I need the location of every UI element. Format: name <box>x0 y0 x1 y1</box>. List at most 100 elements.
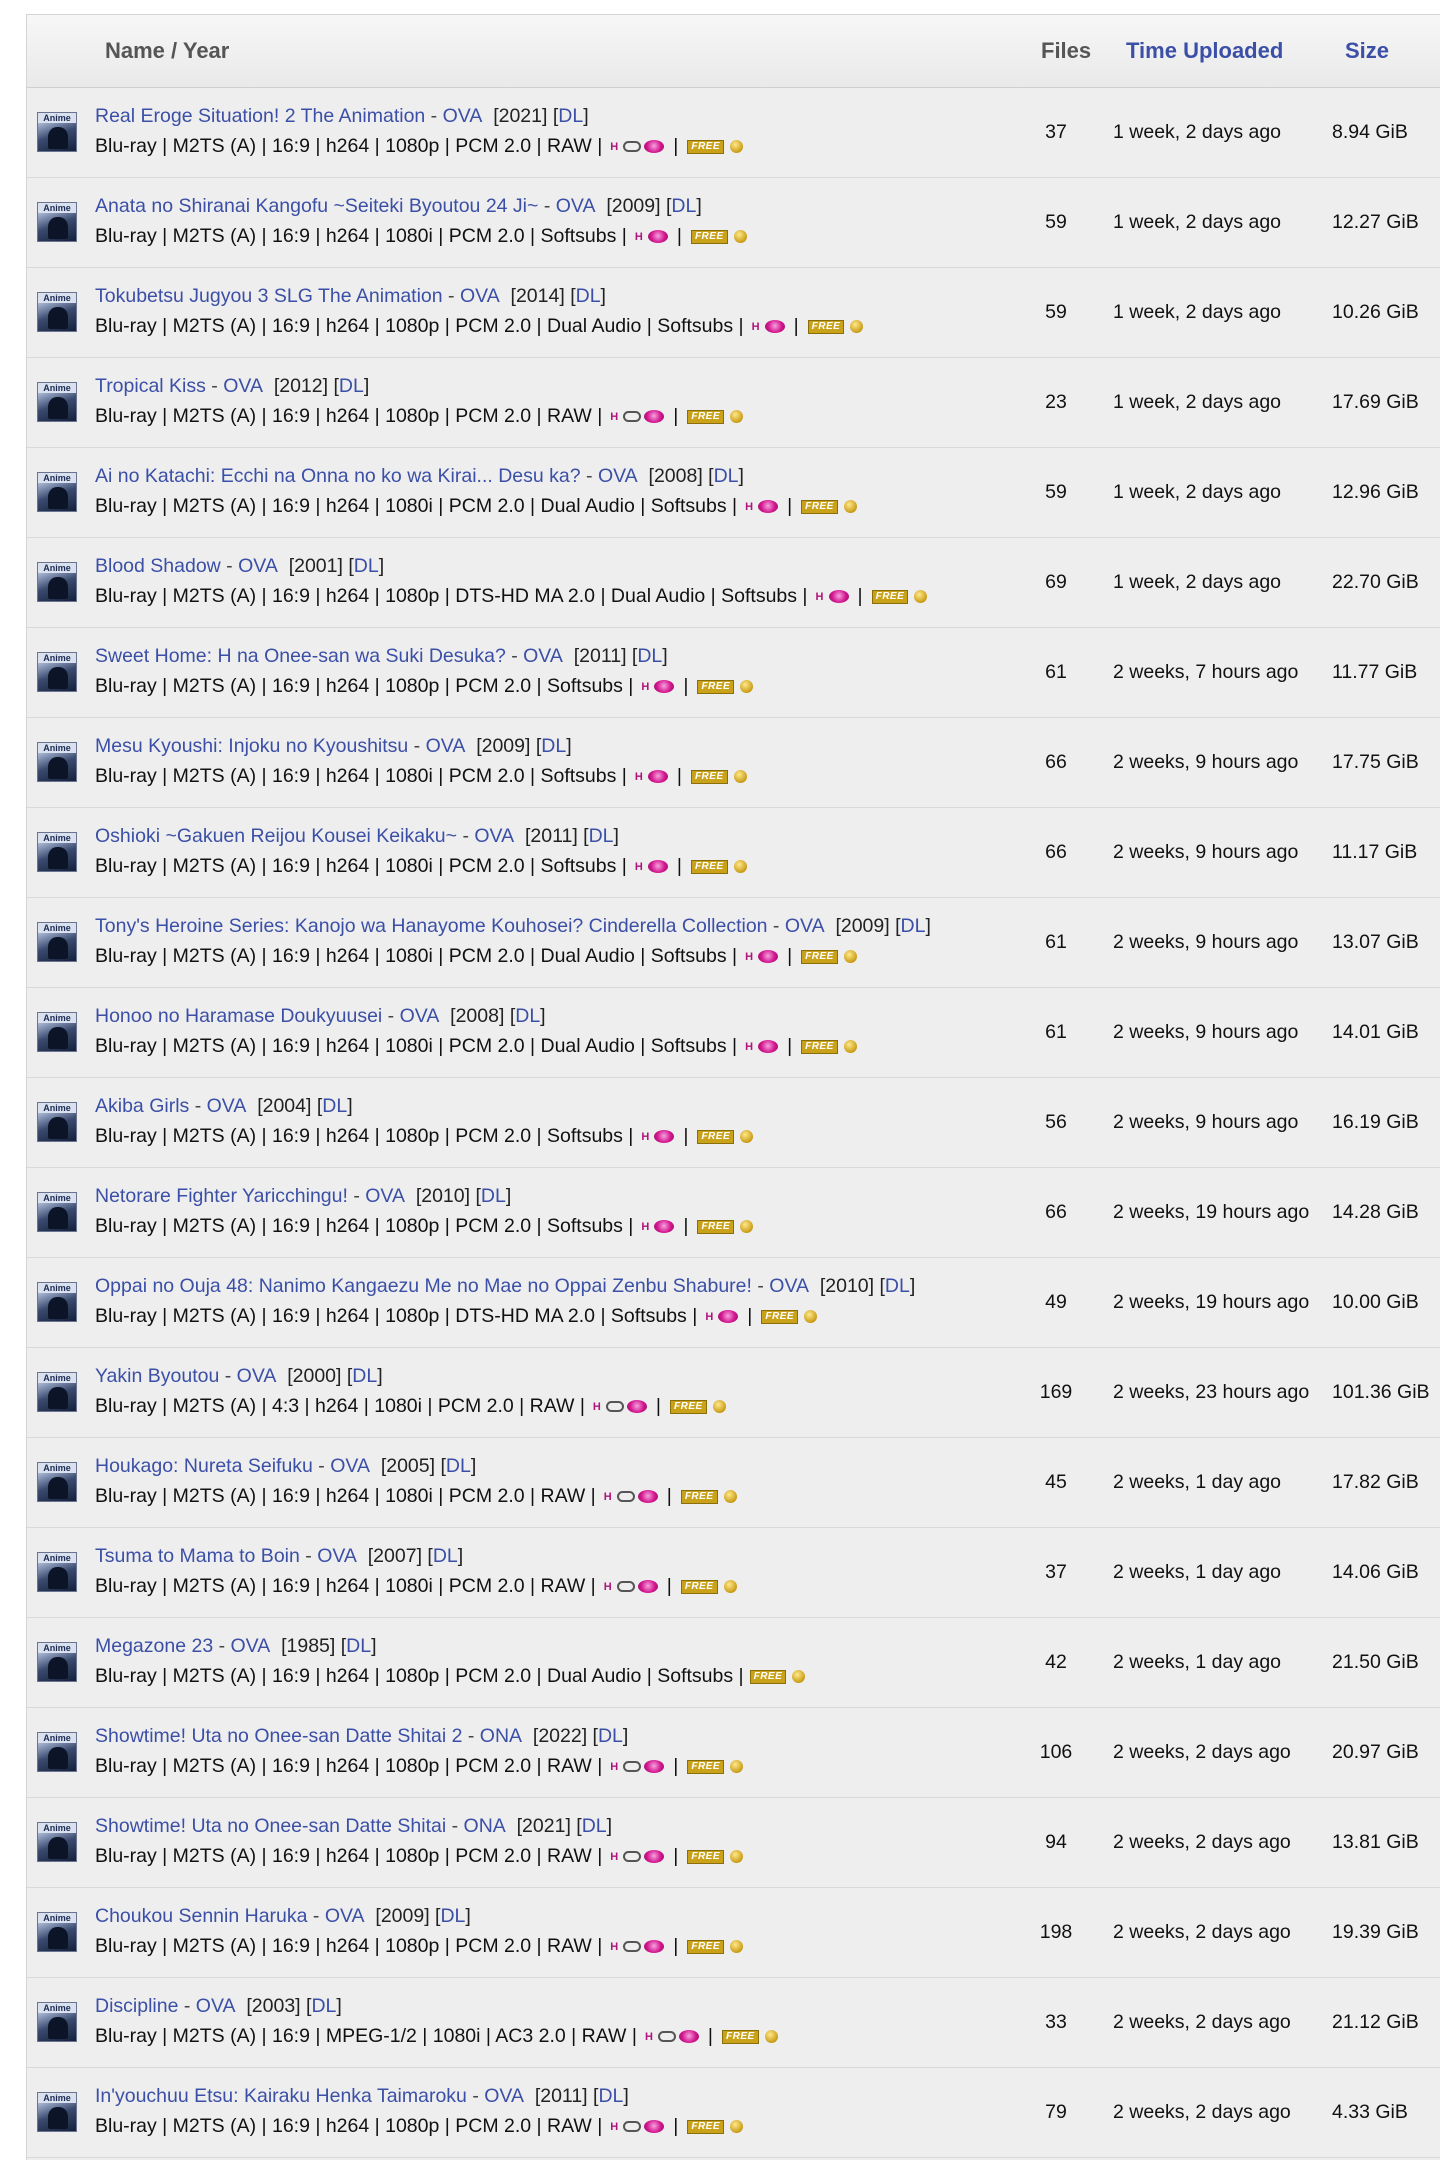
torrent-title-link[interactable]: Showtime! Uta no Onee-san Datte Shitai 2 <box>95 1725 462 1747</box>
download-link[interactable]: DL <box>576 285 601 307</box>
category-anime-icon[interactable]: Anime <box>37 472 77 512</box>
torrent-type-link[interactable]: OVA <box>598 465 638 487</box>
torrent-type-link[interactable]: OVA <box>207 1095 247 1117</box>
torrent-title-link[interactable]: Oshioki ~Gakuen Reijou Kousei Keikaku~ <box>95 825 457 847</box>
torrent-title-link[interactable]: Houkago: Nureta Seifuku <box>95 1455 313 1477</box>
category-anime-icon[interactable]: Anime <box>37 1192 77 1232</box>
torrent-title-link[interactable]: Tony's Heroine Series: Kanojo wa Hanayom… <box>95 915 768 937</box>
torrent-type-link[interactable]: ONA <box>480 1725 522 1747</box>
download-link[interactable]: DL <box>515 1005 540 1027</box>
download-link[interactable]: DL <box>322 1095 347 1117</box>
category-anime-icon[interactable]: Anime <box>37 652 77 692</box>
download-link[interactable]: DL <box>582 1815 607 1837</box>
torrent-type-link[interactable]: OVA <box>785 915 825 937</box>
torrent-type-link[interactable]: OVA <box>523 645 563 667</box>
torrent-type-link[interactable]: OVA <box>238 555 278 577</box>
freeleech-badge-icon: FREE <box>687 2119 725 2134</box>
torrent-type-link[interactable]: OVA <box>474 825 514 847</box>
lips-icon <box>654 680 675 693</box>
torrent-title-link[interactable]: In'youchuu Etsu: Kairaku Henka Taimaroku <box>95 2085 467 2107</box>
category-anime-icon[interactable]: Anime <box>37 1372 77 1412</box>
download-link[interactable]: DL <box>541 735 566 757</box>
torrent-title-link[interactable]: Honoo no Haramase Doukyuusei <box>95 1005 382 1027</box>
torrent-type-link[interactable]: ONA <box>464 1815 506 1837</box>
column-header-size-sort-link[interactable]: Size <box>1345 15 1389 87</box>
torrent-title-link[interactable]: Netorare Fighter Yaricchingu! <box>95 1185 348 1207</box>
category-anime-icon[interactable]: Anime <box>37 112 77 152</box>
download-link[interactable]: DL <box>433 1545 458 1567</box>
torrent-badges: H | FREE <box>703 1305 818 1328</box>
category-anime-icon[interactable]: Anime <box>37 832 77 872</box>
category-anime-icon[interactable]: Anime <box>37 1552 77 1592</box>
torrent-title-link[interactable]: Mesu Kyoushi: Injoku no Kyoushitsu <box>95 735 408 757</box>
download-link[interactable]: DL <box>598 1725 623 1747</box>
torrent-title-link[interactable]: Akiba Girls <box>95 1095 189 1117</box>
category-anime-icon[interactable]: Anime <box>37 742 77 782</box>
download-link[interactable]: DL <box>901 915 926 937</box>
download-link[interactable]: DL <box>346 1635 371 1657</box>
download-link[interactable]: DL <box>637 645 662 667</box>
download-link[interactable]: DL <box>558 105 583 127</box>
torrent-title-link[interactable]: Real Eroge Situation! 2 The Animation <box>95 105 425 127</box>
download-link[interactable]: DL <box>671 195 696 217</box>
torrent-type-link[interactable]: OVA <box>460 285 500 307</box>
category-anime-icon[interactable]: Anime <box>37 1732 77 1772</box>
download-link[interactable]: DL <box>446 1455 471 1477</box>
torrent-title-link[interactable]: Choukou Sennin Haruka <box>95 1905 307 1927</box>
category-anime-icon[interactable]: Anime <box>37 202 77 242</box>
download-link[interactable]: DL <box>352 1365 377 1387</box>
download-link[interactable]: DL <box>589 825 614 847</box>
category-anime-icon[interactable]: Anime <box>37 1462 77 1502</box>
torrent-title-link[interactable]: Ai no Katachi: Ecchi na Onna no ko wa Ki… <box>95 465 581 487</box>
torrent-type-link[interactable]: OVA <box>231 1635 271 1657</box>
torrent-title-link[interactable]: Tsuma to Mama to Boin <box>95 1545 300 1567</box>
category-anime-icon[interactable]: Anime <box>37 2002 77 2042</box>
torrent-title-link[interactable]: Discipline <box>95 1995 178 2017</box>
torrent-type-link[interactable]: OVA <box>223 375 263 397</box>
torrent-title-link[interactable]: Megazone 23 <box>95 1635 213 1657</box>
torrent-type-link[interactable]: OVA <box>330 1455 370 1477</box>
download-link[interactable]: DL <box>354 555 379 577</box>
torrent-title-link[interactable]: Sweet Home: H na Onee-san wa Suki Desuka… <box>95 645 506 667</box>
category-anime-icon[interactable]: Anime <box>37 2092 77 2132</box>
torrent-type-link[interactable]: OVA <box>196 1995 236 2017</box>
torrent-title-link[interactable]: Oppai no Ouja 48: Nanimo Kangaezu Me no … <box>95 1275 752 1297</box>
category-anime-icon[interactable]: Anime <box>37 1282 77 1322</box>
category-anime-icon[interactable]: Anime <box>37 1012 77 1052</box>
category-anime-icon[interactable]: Anime <box>37 382 77 422</box>
torrent-type-link[interactable]: OVA <box>400 1005 440 1027</box>
torrent-type-link[interactable]: OVA <box>769 1275 809 1297</box>
torrent-type-link[interactable]: OVA <box>237 1365 277 1387</box>
category-anime-icon[interactable]: Anime <box>37 292 77 332</box>
torrent-type-link[interactable]: OVA <box>443 105 483 127</box>
torrent-spec-text: Blu-ray | M2TS (A) | 16:9 | h264 | 1080p… <box>95 1305 698 1327</box>
category-anime-icon[interactable]: Anime <box>37 1822 77 1862</box>
torrent-year: [2010] <box>819 1275 875 1297</box>
download-link[interactable]: DL <box>311 1995 336 2017</box>
torrent-type-link[interactable]: OVA <box>556 195 596 217</box>
download-link[interactable]: DL <box>598 2085 623 2107</box>
torrent-type-link[interactable]: OVA <box>325 1905 365 1927</box>
column-header-time-uploaded-sort-link[interactable]: Time Uploaded <box>1126 15 1283 87</box>
category-anime-icon[interactable]: Anime <box>37 1642 77 1682</box>
download-link[interactable]: DL <box>714 465 739 487</box>
download-link[interactable]: DL <box>339 375 364 397</box>
torrent-title-link[interactable]: Blood Shadow <box>95 555 221 577</box>
torrent-type-link[interactable]: OVA <box>426 735 466 757</box>
torrent-title-link[interactable]: Anata no Shiranai Kangofu ~Seiteki Byout… <box>95 195 538 217</box>
category-anime-icon[interactable]: Anime <box>37 1912 77 1952</box>
torrent-type-link[interactable]: OVA <box>484 2085 524 2107</box>
download-link[interactable]: DL <box>440 1905 465 1927</box>
lips-icon <box>647 860 668 873</box>
category-anime-icon[interactable]: Anime <box>37 922 77 962</box>
torrent-title-link[interactable]: Tokubetsu Jugyou 3 SLG The Animation <box>95 285 443 307</box>
download-link[interactable]: DL <box>885 1275 910 1297</box>
torrent-type-link[interactable]: OVA <box>317 1545 357 1567</box>
torrent-title-link[interactable]: Yakin Byoutou <box>95 1365 219 1387</box>
category-anime-icon[interactable]: Anime <box>37 1102 77 1142</box>
torrent-type-link[interactable]: OVA <box>365 1185 405 1207</box>
torrent-title-link[interactable]: Showtime! Uta no Onee-san Datte Shitai <box>95 1815 446 1837</box>
category-anime-icon[interactable]: Anime <box>37 562 77 602</box>
torrent-title-link[interactable]: Tropical Kiss <box>95 375 206 397</box>
download-link[interactable]: DL <box>481 1185 506 1207</box>
